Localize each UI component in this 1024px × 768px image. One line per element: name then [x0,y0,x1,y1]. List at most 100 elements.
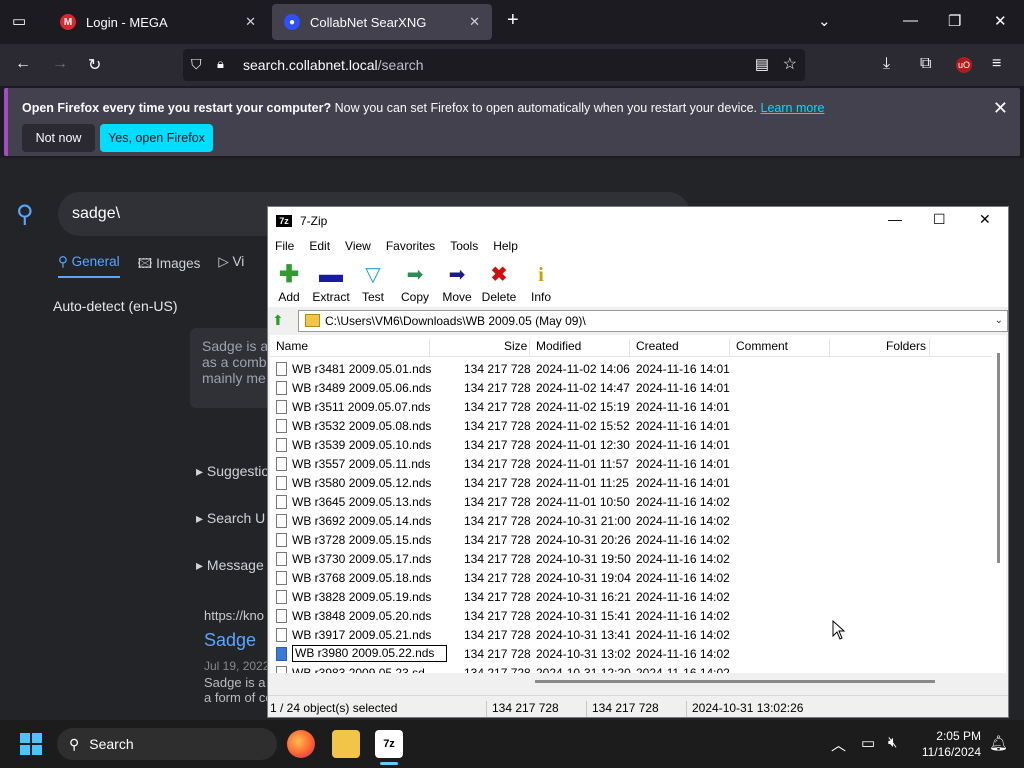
menu-view[interactable]: View [338,235,379,257]
search-icon[interactable]: ⚲ [16,200,34,229]
tab-list-icon[interactable]: ▭ [12,12,26,30]
table-row[interactable]: WB r3580 2009.05.12.nds 134 217 728 2024-1… [270,473,992,492]
search-url-toggle[interactable]: ▸ Search U [196,510,265,527]
volume-muted-icon[interactable]: 🔇︎ [888,734,897,751]
result-title[interactable]: Sadge [204,630,256,651]
tab-videos[interactable]: ▷ Vi [218,254,244,278]
yes-open-firefox-button[interactable]: Yes, open Firefox [100,124,213,152]
table-row[interactable]: WB r3481 2009.05.01.nds 134 217 728 2024-1… [270,359,992,378]
column-comment[interactable]: Comment [736,339,788,353]
column-divider[interactable] [529,339,530,357]
tab-mega[interactable]: M Login - MEGA ✕ [48,4,268,40]
menu-tools[interactable]: Tools [443,235,486,257]
new-tab-icon[interactable]: + [507,9,519,32]
column-name[interactable]: Name [276,339,308,353]
table-row[interactable]: WB r3980 2009.05.22.nds 134 217 728 2024-1… [270,644,992,663]
firefox-icon[interactable] [287,730,315,758]
clock[interactable]: 2:05 PM 11/16/2024 [915,728,981,760]
menu-edit[interactable]: Edit [302,235,338,257]
shield-icon[interactable]: ⛉ [191,56,202,73]
chevron-up-icon[interactable]: ︿ [831,734,846,755]
restore-icon[interactable]: ❐ [948,12,961,30]
chevron-down-icon[interactable]: ⌄ [818,12,831,30]
table-row[interactable]: WB r3692 2009.05.14.nds 134 217 728 2024-1… [270,511,992,530]
move-button[interactable]: ➡ Move [436,257,478,307]
test-button[interactable]: ▽ Test [352,257,394,307]
column-divider[interactable] [429,339,430,357]
mouse-cursor [832,620,846,640]
up-folder-icon[interactable]: ⬆ [272,312,284,329]
result-url[interactable]: https://kno [204,608,264,623]
column-modified[interactable]: Modified [536,339,581,353]
add-button[interactable]: ✚ Add [268,257,310,307]
not-now-button[interactable]: Not now [22,124,95,152]
bookmark-star-icon[interactable]: ☆ [783,54,797,74]
table-row[interactable]: WB r3848 2009.05.20.nds 134 217 728 2024-1… [270,606,992,625]
scroll-thumb[interactable] [997,353,1000,563]
file-list[interactable]: Name Size Modified Created Comment Folde… [270,335,992,673]
table-row[interactable]: WB r3828 2009.05.19.nds 134 217 728 2024-1… [270,587,992,606]
notification-bell-icon[interactable]: 🔔︎ [989,734,1008,752]
close-icon[interactable]: ✕ [993,98,1008,119]
minimize-icon[interactable]: — [888,211,902,227]
reader-view-icon[interactable]: ▤ [755,55,769,73]
horizontal-scrollbar[interactable] [270,673,992,689]
close-icon[interactable]: ✕ [979,211,991,228]
table-row[interactable]: WB r3511 2009.05.07.nds 134 217 728 2024-1… [270,397,992,416]
scroll-thumb[interactable] [535,680,935,683]
menu-help[interactable]: Help [486,235,526,257]
tab-searxng[interactable]: ● CollabNet SearXNG ✕ [272,4,492,40]
table-row[interactable]: WB r3645 2009.05.13.nds 134 217 728 2024-1… [270,492,992,511]
suggestions-toggle[interactable]: ▸ Suggestio [196,463,269,480]
table-row[interactable]: WB r3728 2009.05.15.nds 134 217 728 2024-1… [270,530,992,549]
column-divider[interactable] [629,339,630,357]
url-bar[interactable]: ⛉ 🔒︎ search.collabnet.local/search ▤ ☆ [183,49,805,81]
table-row[interactable]: WB r3539 2009.05.10.nds 134 217 728 2024-1… [270,435,992,454]
7zip-taskbar-icon[interactable]: 7z [375,730,403,758]
column-divider[interactable] [729,339,730,357]
tab-general[interactable]: ⚲ General [58,254,120,278]
tab-images[interactable]: 🖾 Images [138,254,201,278]
reload-icon[interactable]: ↻ [88,55,101,75]
menu-favorites[interactable]: Favorites [379,235,443,257]
path-field[interactable]: C:\Users\VM6\Downloads\WB 2009.05 (May 0… [298,310,1008,332]
downloads-icon[interactable]: ⤓ [883,55,890,73]
forward-icon[interactable]: → [52,55,68,73]
column-size[interactable]: Size [504,339,527,353]
back-icon[interactable]: ← [15,55,31,73]
language-selector[interactable]: Auto-detect (en-US) [53,298,178,314]
delete-button[interactable]: ✖ Delete [478,257,520,307]
close-tab-icon[interactable]: ✕ [469,14,480,30]
taskbar-search[interactable]: ⚲ Search [57,728,277,760]
extract-button[interactable]: ▬ Extract [310,257,352,307]
messages-toggle[interactable]: ▸ Message [196,557,264,574]
menu-file[interactable]: File [268,235,302,257]
table-row[interactable]: WB r3983 2009.05.23.sd 134 217 728 2024-10… [270,663,992,673]
close-window-icon[interactable]: ✕ [994,12,1007,30]
windows-start-icon[interactable] [20,733,42,755]
menu-icon[interactable]: ≡ [992,55,1001,73]
file-explorer-icon[interactable] [332,730,360,758]
table-row[interactable]: WB r3532 2009.05.08.nds 134 217 728 2024-1… [270,416,992,435]
table-row[interactable]: WB r3557 2009.05.11.nds 134 217 728 2024-1… [270,454,992,473]
maximize-icon[interactable]: ☐ [933,211,946,228]
chevron-down-icon[interactable]: ⌄ [995,311,1003,331]
column-divider[interactable] [929,339,930,357]
minimize-icon[interactable]: — [903,12,918,29]
close-tab-icon[interactable]: ✕ [245,14,256,30]
ublock-icon[interactable]: uO [956,57,972,73]
display-icon[interactable]: ▭ [861,734,875,752]
info-button[interactable]: i Info [520,257,562,307]
learn-more-link[interactable]: Learn more [761,101,825,115]
column-folders[interactable]: Folders [886,339,926,353]
column-divider[interactable] [829,339,830,357]
column-created[interactable]: Created [636,339,679,353]
table-row[interactable]: WB r3489 2009.05.06.nds 134 217 728 2024-1… [270,378,992,397]
extensions-icon[interactable]: ⧉ [920,55,931,73]
table-row[interactable]: WB r3917 2009.05.21.nds 134 217 728 2024-1… [270,625,992,644]
vertical-scrollbar[interactable] [992,335,1006,673]
table-row[interactable]: WB r3730 2009.05.17.nds 134 217 728 2024-1… [270,549,992,568]
copy-button[interactable]: ➡ Copy [394,257,436,307]
lock-icon[interactable]: 🔒︎ [217,56,224,72]
table-row[interactable]: WB r3768 2009.05.18.nds 134 217 728 2024-1… [270,568,992,587]
